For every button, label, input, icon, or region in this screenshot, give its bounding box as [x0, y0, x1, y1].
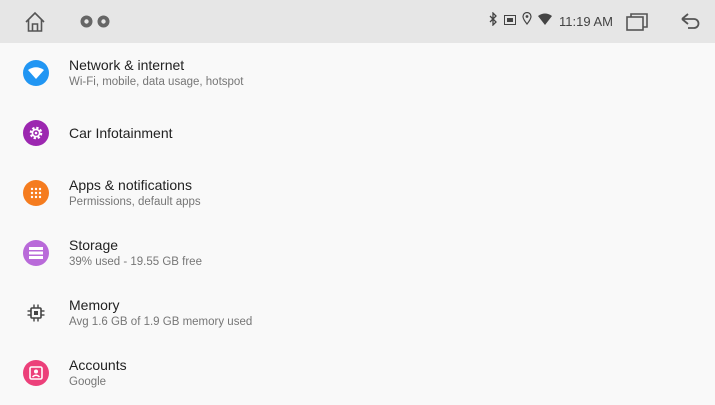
settings-item-network[interactable]: Network & internet Wi-Fi, mobile, data u… [0, 43, 715, 103]
settings-item-subtitle: Permissions, default apps [69, 196, 201, 208]
bluetooth-icon [489, 10, 498, 31]
notification-icon [80, 15, 93, 28]
settings-item-text: Car Infotainment [69, 124, 173, 142]
location-icon [522, 11, 532, 30]
sim-icon [504, 12, 516, 30]
settings-item-title: Memory [69, 297, 120, 313]
wifi-icon [538, 12, 552, 30]
settings-item-text: Apps & notifications Permissions, defaul… [69, 176, 201, 210]
back-icon[interactable] [678, 12, 702, 32]
gear-icon [23, 120, 49, 146]
settings-item-text: Accounts Google [69, 356, 127, 390]
status-icons [489, 10, 552, 31]
settings-item-title: Network & internet [69, 57, 185, 73]
storage-icon [23, 240, 49, 266]
settings-item-subtitle: 39% used - 19.55 GB free [69, 256, 202, 268]
home-icon[interactable] [22, 10, 48, 34]
apps-grid-icon [23, 180, 49, 206]
settings-item-subtitle: Google [69, 376, 107, 388]
settings-item-subtitle: Avg 1.6 GB of 1.9 GB memory used [69, 316, 253, 328]
settings-list: Network & internet Wi-Fi, mobile, data u… [0, 43, 715, 403]
settings-item-text: Storage 39% used - 19.55 GB free [69, 236, 202, 270]
memory-chip-icon [23, 300, 49, 326]
status-bar: 11:19 AM [0, 0, 715, 43]
settings-item-car-infotainment[interactable]: Car Infotainment [0, 103, 715, 163]
settings-item-apps[interactable]: Apps & notifications Permissions, defaul… [0, 163, 715, 223]
settings-item-memory[interactable]: Memory Avg 1.6 GB of 1.9 GB memory used [0, 283, 715, 343]
notification-icon [97, 15, 110, 28]
settings-item-title: Storage [69, 237, 119, 253]
settings-item-subtitle: Wi-Fi, mobile, data usage, hotspot [69, 76, 244, 88]
account-icon [23, 360, 49, 386]
settings-item-storage[interactable]: Storage 39% used - 19.55 GB free [0, 223, 715, 283]
settings-item-text: Network & internet Wi-Fi, mobile, data u… [69, 56, 244, 90]
recents-icon[interactable] [625, 12, 649, 32]
settings-item-title: Apps & notifications [69, 177, 192, 193]
settings-item-title: Car Infotainment [69, 125, 173, 141]
wifi-icon [23, 60, 49, 86]
status-time: 11:19 AM [559, 14, 613, 29]
settings-item-title: Accounts [69, 357, 127, 373]
settings-item-text: Memory Avg 1.6 GB of 1.9 GB memory used [69, 296, 252, 330]
settings-item-accounts[interactable]: Accounts Google [0, 343, 715, 403]
